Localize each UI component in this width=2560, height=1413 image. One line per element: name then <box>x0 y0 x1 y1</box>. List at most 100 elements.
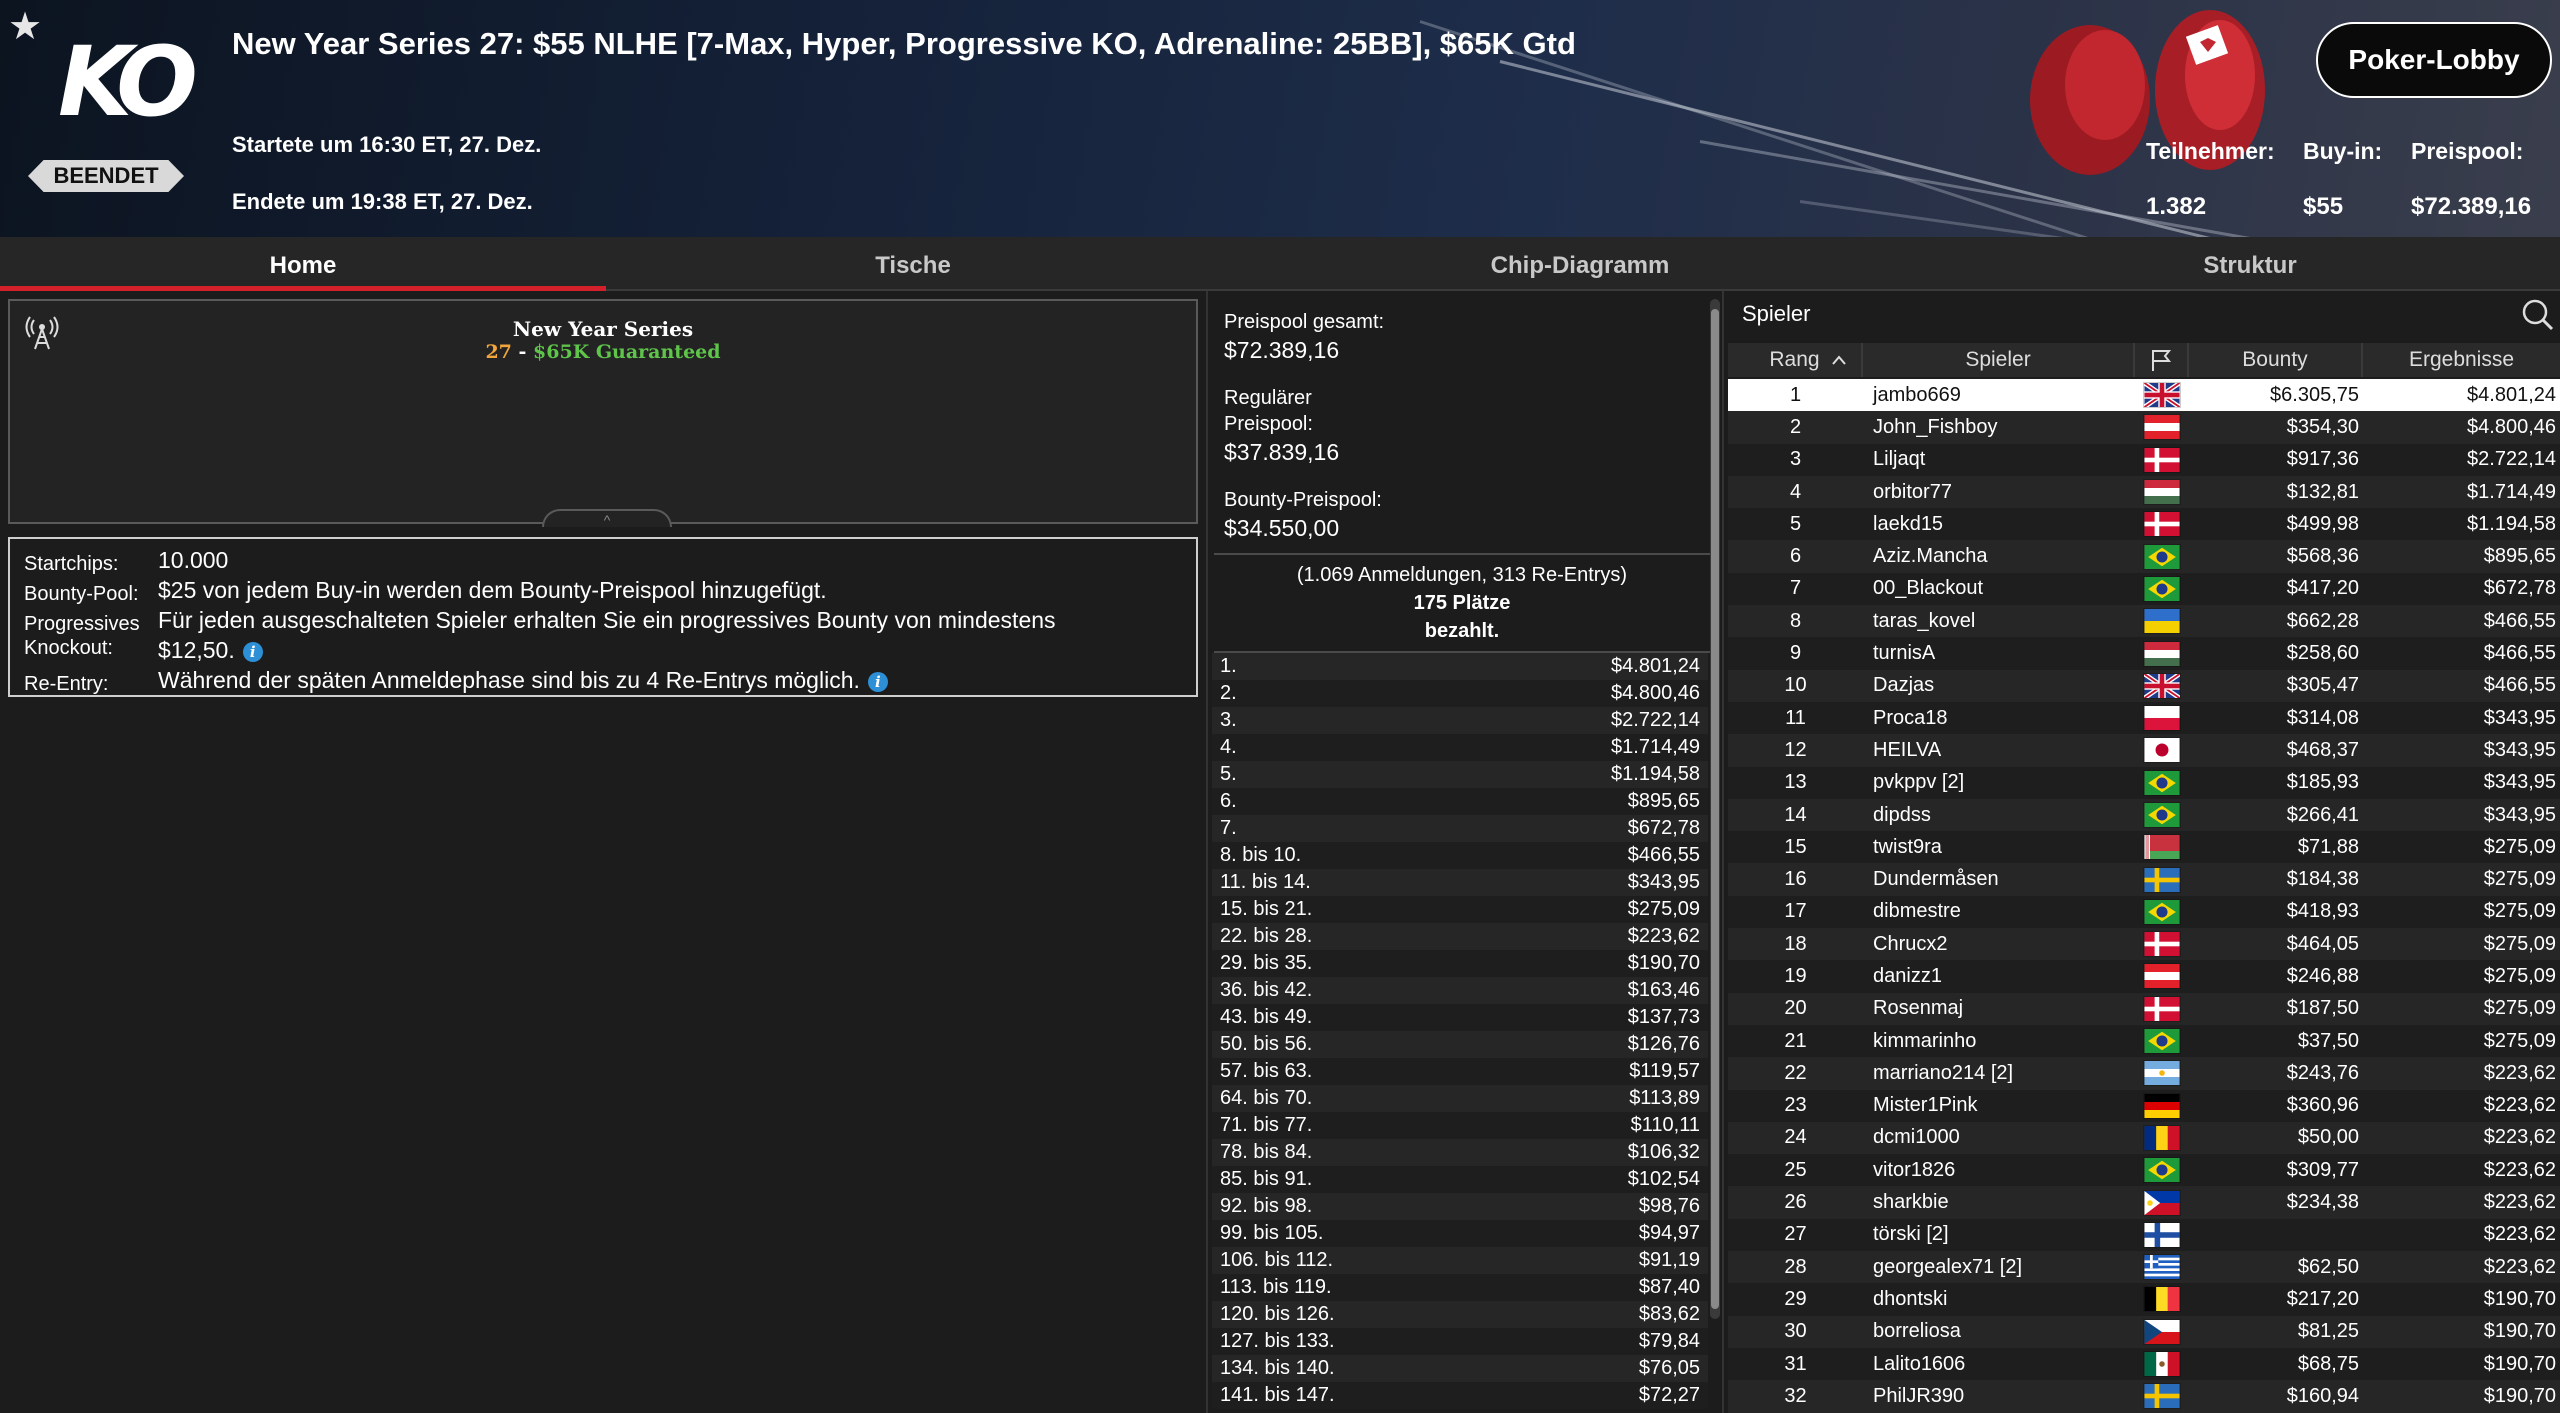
table-row[interactable]: 20 Rosenmaj $187,50 $275,09 <box>1728 992 2560 1025</box>
table-row[interactable]: 23 Mister1Pink $360,96 $223,62 <box>1728 1089 2560 1122</box>
payout-row: 92. bis 98. $98,76 <box>1212 1193 1708 1220</box>
table-row[interactable]: 30 borreliosa $81,25 $190,70 <box>1728 1315 2560 1348</box>
table-row[interactable]: 25 vitor1826 $309,77 $223,62 <box>1728 1154 2560 1187</box>
player-result: $343,95 <box>2483 771 2556 794</box>
payout-amount: $98,76 <box>1638 1195 1700 1217</box>
payout-scrollbar[interactable] <box>1710 299 1720 1319</box>
table-row[interactable]: 8 taras_kovel $662,28 $466,55 <box>1728 605 2560 638</box>
hu-flag-icon <box>2143 479 2181 506</box>
table-row[interactable]: 29 dhontski $217,20 $190,70 <box>1728 1283 2560 1316</box>
player-bounty: $258,60 <box>2286 642 2359 665</box>
player-name: vitor1826 <box>1873 1158 1956 1181</box>
player-rank: 29 <box>1784 1287 1807 1310</box>
scrollbar-thumb[interactable] <box>1711 309 1719 1309</box>
table-row[interactable]: 14 dipdss $266,41 $343,95 <box>1728 798 2560 832</box>
payout-amount: $4.801,24 <box>1611 655 1700 677</box>
payout-row: 4. $1.714,49 <box>1212 734 1708 761</box>
table-row[interactable]: 22 marriano214 [2] $243,76 $223,62 <box>1728 1057 2560 1090</box>
ar-flag-icon <box>2135 1060 2189 1087</box>
player-bounty: $246,88 <box>2286 964 2359 987</box>
places-paid: 175 Plätze <box>1413 592 1511 614</box>
player-name: dhontski <box>1873 1287 1948 1310</box>
be-flag-icon <box>2135 1286 2189 1313</box>
table-row[interactable]: 6 Aziz.Mancha $568,36 $895,65 <box>1728 540 2560 573</box>
jp-flag-icon <box>2143 737 2181 764</box>
players-title: Spieler <box>1742 301 1811 326</box>
bounty-pool-label: Bounty-Preispool: <box>1224 489 1382 511</box>
payout-place: 57. bis 63. <box>1220 1060 1313 1082</box>
table-row[interactable]: 10 Dazjas $305,47 $466,55 <box>1728 669 2560 702</box>
table-row[interactable]: 17 dibmestre $418,93 $275,09 <box>1728 895 2560 929</box>
player-result: $343,95 <box>2483 706 2556 729</box>
entries-summary: (1.069 Anmeldungen, 313 Re-Entrys) 175 P… <box>1208 561 1716 645</box>
collapse-handle[interactable]: ^ <box>542 509 672 528</box>
poker-lobby-button[interactable]: Poker-Lobby <box>2316 22 2552 98</box>
startchips-value: 10.000 <box>158 547 229 573</box>
se-flag-icon <box>2135 1383 2189 1410</box>
dk-flag-icon <box>2143 995 2181 1022</box>
table-row[interactable]: 19 danizz1 $246,88 $275,09 <box>1728 960 2560 993</box>
table-row[interactable]: 3 Liljaqt $917,36 $2.722,14 <box>1728 443 2560 476</box>
reentry-value-wrap: Während der späten Anmeldephase sind bis… <box>158 667 888 694</box>
table-row[interactable]: 13 pvkppv [2] $185,93 $343,95 <box>1728 766 2560 799</box>
participants-label: Teilnehmer: <box>2146 138 2275 164</box>
table-row[interactable]: 28 georgealex71 [2] $62,50 $223,62 <box>1728 1251 2560 1284</box>
table-row[interactable]: 12 HEILVA $468,37 $343,95 <box>1728 734 2560 767</box>
table-row[interactable]: 27 törski [2] $223,62 <box>1728 1218 2560 1252</box>
payout-place: 113. bis 119. <box>1220 1276 1332 1298</box>
info-icon[interactable]: i <box>242 641 263 662</box>
search-icon[interactable] <box>2520 297 2554 331</box>
reentry-value: Während der späten Anmeldephase sind bis… <box>158 667 860 693</box>
favorite-star-icon[interactable]: ★ <box>8 4 42 49</box>
player-result: $275,09 <box>2483 964 2556 987</box>
column-results[interactable]: Ergebnisse <box>2363 343 2560 377</box>
table-row[interactable]: 2 John_Fishboy $354,30 $4.800,46 <box>1728 411 2560 444</box>
column-bounty[interactable]: Bounty <box>2189 343 2363 377</box>
player-result: $223,62 <box>2483 1255 2556 1278</box>
column-rank[interactable]: Rang <box>1728 343 1863 377</box>
br-flag-icon <box>2143 769 2181 796</box>
payout-amount: $102,54 <box>1627 1168 1700 1190</box>
br-flag-icon <box>2143 898 2181 925</box>
table-row[interactable]: 7 00_Blackout $417,20 $672,78 <box>1728 572 2560 606</box>
table-row[interactable]: 21 kimmarinho $37,50 $275,09 <box>1728 1024 2560 1058</box>
knockout-label: Knockout: <box>24 637 113 659</box>
chevron-up-icon[interactable] <box>1831 353 1847 367</box>
info-icon[interactable]: i <box>867 671 888 692</box>
column-player[interactable]: Spieler <box>1863 343 2135 377</box>
column-country[interactable] <box>2135 343 2189 377</box>
table-row[interactable]: 15 twist9ra $71,88 $275,09 <box>1728 831 2560 864</box>
payout-row: 141. bis 147. $72,27 <box>1212 1382 1708 1409</box>
end-time: Endete um 19:38 ET, 27. Dez. <box>232 189 533 214</box>
mx-flag-icon <box>2143 1351 2181 1378</box>
payout-place: 99. bis 105. <box>1220 1222 1324 1244</box>
players-search-bar[interactable]: Spieler <box>1726 291 2560 335</box>
table-row[interactable]: 31 Lalito1606 $68,75 $190,70 <box>1728 1347 2560 1381</box>
fi-flag-icon <box>2143 1221 2181 1248</box>
tab-tables[interactable]: Tische <box>606 237 1220 289</box>
player-rank: 3 <box>1789 448 1802 471</box>
table-row[interactable]: 32 PhilJR390 $160,94 $190,70 <box>1728 1380 2560 1413</box>
tab-home[interactable]: Home <box>0 237 606 291</box>
payout-amount: $466,55 <box>1627 844 1700 866</box>
table-row[interactable]: 11 Proca18 $314,08 $343,95 <box>1728 701 2560 735</box>
table-row[interactable]: 4 orbitor77 $132,81 $1.714,49 <box>1728 475 2560 509</box>
tab-structure[interactable]: Struktur <box>1940 237 2560 289</box>
series-guarantee: $65K Guaranteed <box>533 341 721 363</box>
table-row[interactable]: 24 dcmi1000 $50,00 $223,62 <box>1728 1121 2560 1155</box>
flag-icon <box>2152 350 2172 371</box>
table-row[interactable]: 26 sharkbie $234,38 $223,62 <box>1728 1186 2560 1219</box>
payout-place: 134. bis 140. <box>1220 1357 1335 1379</box>
table-row[interactable]: 9 turnisA $258,60 $466,55 <box>1728 637 2560 670</box>
tab-chip-chart[interactable]: Chip-Diagramm <box>1220 237 1940 289</box>
home-info-panel: New Year Series 27 - $65K Guaranteed ^ S… <box>0 291 1204 1413</box>
payout-amount: $119,57 <box>1629 1060 1700 1082</box>
player-result: $190,70 <box>2483 1352 2556 1375</box>
player-result: $466,55 <box>2483 642 2556 665</box>
payout-row: 5. $1.194,58 <box>1212 761 1708 788</box>
table-row[interactable]: 18 Chrucx2 $464,05 $275,09 <box>1728 928 2560 961</box>
table-row[interactable]: 5 laekd15 $499,98 $1.194,58 <box>1728 508 2560 541</box>
table-row[interactable]: 16 Dundermåsen $184,38 $275,09 <box>1728 863 2560 896</box>
table-row[interactable]: 1 jambo669 $6.305,75 $4.801,24 <box>1728 379 2560 412</box>
player-name: dcmi1000 <box>1873 1126 1960 1149</box>
